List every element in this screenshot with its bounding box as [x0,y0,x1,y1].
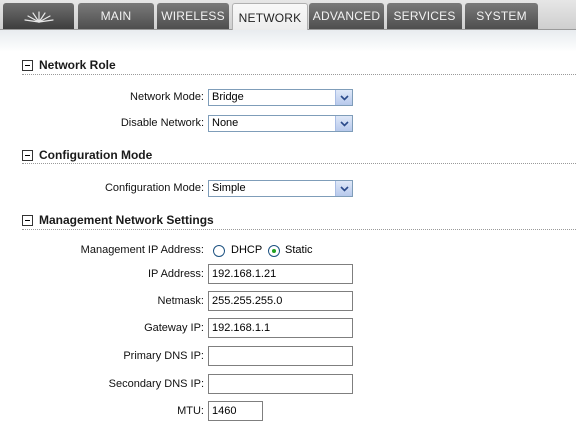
secondary-dns-label: Secondary DNS IP: [108,378,204,390]
collapse-network-role-icon[interactable] [22,59,33,71]
configuration-mode-value: Simple [212,182,246,194]
static-radio-label: Static [285,244,313,256]
dhcp-radio[interactable] [213,245,225,257]
gateway-ip-label: Gateway IP: [144,322,204,334]
mtu-input[interactable]: 1460 [208,401,263,421]
section-title: Management Network Settings [39,213,214,227]
gateway-ip-input[interactable]: 192.168.1.1 [208,318,353,338]
ip-address-input[interactable]: 192.168.1.21 [208,264,353,284]
collapse-configuration-mode-icon[interactable] [22,149,33,161]
tab-system[interactable]: SYSTEM [465,3,538,29]
disable-network-label: Disable Network: [120,117,204,129]
primary-dns-input[interactable] [208,346,353,366]
secondary-dns-input[interactable] [208,374,353,394]
section-title: Network Role [39,58,116,72]
dhcp-radio-label: DHCP [231,244,263,256]
section-management-network-header: Management Network Settings [22,212,214,228]
netmask-label: Netmask: [157,295,204,307]
disable-network-value: None [212,117,239,129]
disable-network-select[interactable]: None [208,115,353,132]
static-radio[interactable] [268,245,280,257]
section-divider [22,74,576,75]
logo-tab[interactable] [3,3,74,29]
configuration-mode-select[interactable]: Simple [208,180,353,197]
tab-main[interactable]: MAIN [78,3,154,29]
content-top-strip [0,30,576,52]
netmask-input[interactable]: 255.255.255.0 [208,291,353,311]
collapse-management-network-icon[interactable] [22,214,33,226]
section-divider [22,229,576,230]
ubiquiti-logo-icon [23,11,54,23]
network-mode-select[interactable]: Bridge [208,89,353,106]
section-divider [22,163,576,164]
primary-dns-label: Primary DNS IP: [123,350,204,362]
tab-network[interactable]: NETWORK [232,3,308,31]
management-ip-address-label: Management IP Address: [80,244,204,256]
section-title: Configuration Mode [39,148,153,162]
ip-address-label: IP Address: [147,268,204,280]
network-mode-value: Bridge [212,91,244,103]
tab-advanced[interactable]: ADVANCED [309,3,384,29]
top-nav-tabbar: MAIN WIRELESS NETWORK ADVANCED SERVICES … [0,0,576,31]
chevron-down-icon [335,116,352,131]
chevron-down-icon [335,90,352,105]
section-network-role-header: Network Role [22,57,116,73]
mtu-label: MTU: [177,405,204,417]
chevron-down-icon [335,181,352,196]
tab-services[interactable]: SERVICES [387,3,462,29]
configuration-mode-label: Configuration Mode: [104,182,204,194]
tab-wireless[interactable]: WIRELESS [157,3,229,29]
network-mode-label: Network Mode: [130,91,204,103]
section-configuration-mode-header: Configuration Mode [22,147,152,163]
